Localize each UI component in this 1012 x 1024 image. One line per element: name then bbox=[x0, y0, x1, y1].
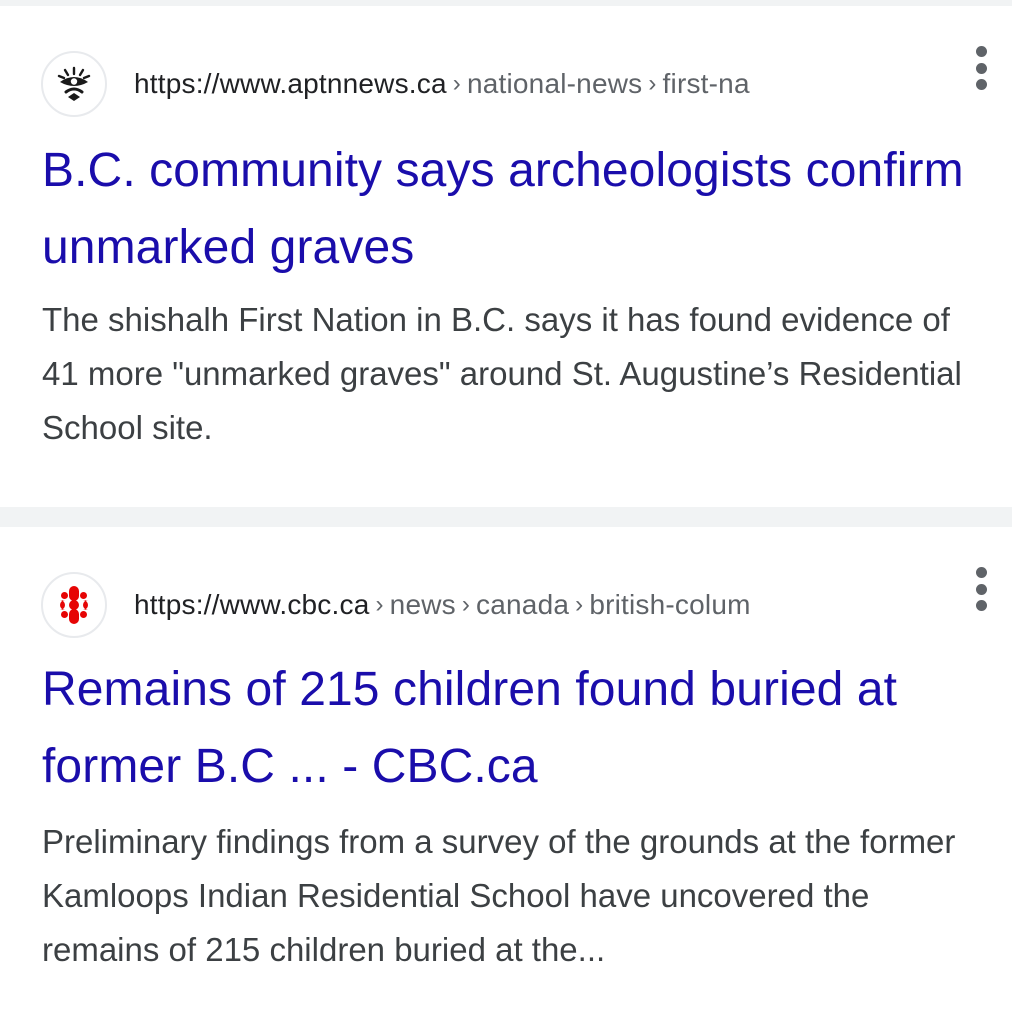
more-vert-icon bbox=[975, 567, 987, 578]
result-title-link[interactable]: B.C. community says archeologists confir… bbox=[42, 132, 982, 286]
result-snippet: The shishalh First Nation in B.C. says i… bbox=[42, 301, 962, 446]
more-vert-icon bbox=[975, 583, 987, 595]
aptn-logo-svg bbox=[57, 66, 91, 101]
aptn-logo-icon bbox=[41, 51, 107, 117]
breadcrumb-item: canada bbox=[476, 589, 570, 620]
result-domain: https://www.aptnnews.ca bbox=[134, 68, 447, 99]
breadcrumb-separator: › bbox=[648, 70, 657, 97]
more-vert-icon bbox=[975, 79, 987, 90]
breadcrumb-item: british-colum bbox=[589, 589, 751, 620]
result-source[interactable]: https://www.aptnnews.ca › national-news › fi… bbox=[41, 49, 750, 119]
result-domain: https://www.cbc.ca bbox=[134, 589, 370, 620]
result-url: https://www.cbc.ca › news › canada › british-c… bbox=[134, 589, 751, 621]
breadcrumb-separator: › bbox=[452, 70, 461, 97]
more-options-button[interactable] bbox=[968, 46, 994, 90]
more-vert-icon bbox=[975, 600, 987, 611]
breadcrumb-item: news bbox=[389, 589, 456, 620]
result-divider bbox=[0, 507, 1012, 527]
result-source[interactable]: https://www.cbc.ca › news › canada › british-c… bbox=[41, 570, 751, 640]
result-url: https://www.aptnnews.ca › national-news › fi… bbox=[134, 68, 750, 100]
more-vert-icon bbox=[975, 46, 987, 57]
result-title-link[interactable]: Remains of 215 children found buried at … bbox=[42, 651, 982, 805]
result-snippet: Preliminary findings from a survey of th… bbox=[42, 823, 956, 968]
breadcrumb-separator: › bbox=[575, 591, 584, 618]
search-results-page: https://www.aptnnews.ca › national-news › fi… bbox=[0, 0, 1012, 1024]
top-divider bbox=[0, 0, 1012, 6]
more-options-button[interactable] bbox=[968, 567, 994, 611]
breadcrumb-item: national-news bbox=[466, 68, 643, 99]
cbc-gem-logo-svg bbox=[60, 586, 88, 624]
more-vert-icon bbox=[975, 62, 987, 74]
breadcrumb-separator: › bbox=[375, 591, 384, 618]
cbc-gem-logo-icon bbox=[41, 572, 107, 638]
breadcrumb-separator: › bbox=[461, 591, 471, 618]
breadcrumb-item: first-na bbox=[662, 68, 750, 99]
